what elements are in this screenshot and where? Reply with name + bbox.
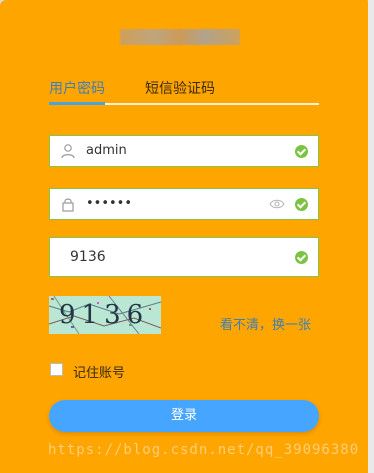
watermark: https://blog.csdn.net/qq_39096380 [48,442,360,458]
user-icon [61,144,75,159]
captcha-image-text: 9136 [59,300,150,330]
active-tab-indicator [49,102,105,105]
login-button[interactable]: 登录 [49,400,319,432]
eye-icon[interactable] [269,198,285,210]
lock-icon [62,198,74,212]
username-field[interactable]: admin [49,135,319,167]
refresh-captcha-link[interactable]: 看不清，换一张 [220,314,311,333]
window-edge [368,0,374,473]
remember-checkbox[interactable] [50,363,63,376]
remember-label: 记住账号 [73,366,126,381]
tab-sms-login[interactable]: 短信验证码 [145,78,215,98]
login-panel: 用户密码 短信验证码 admin •••••• 9136 9136 看不清，换一… [0,0,372,473]
username-value: admin [86,143,127,158]
check-circle-icon [295,198,308,211]
check-circle-icon [295,251,308,264]
password-field[interactable]: •••••• [49,188,319,220]
tab-password-login[interactable]: 用户密码 [49,78,105,98]
check-circle-icon [295,145,308,158]
captcha-field[interactable]: 9136 [49,237,319,277]
captcha-image[interactable]: 9136 [49,296,161,334]
captcha-input-value: 9136 [70,249,106,265]
blurred-logo [120,29,240,45]
password-value: •••••• [86,196,133,211]
